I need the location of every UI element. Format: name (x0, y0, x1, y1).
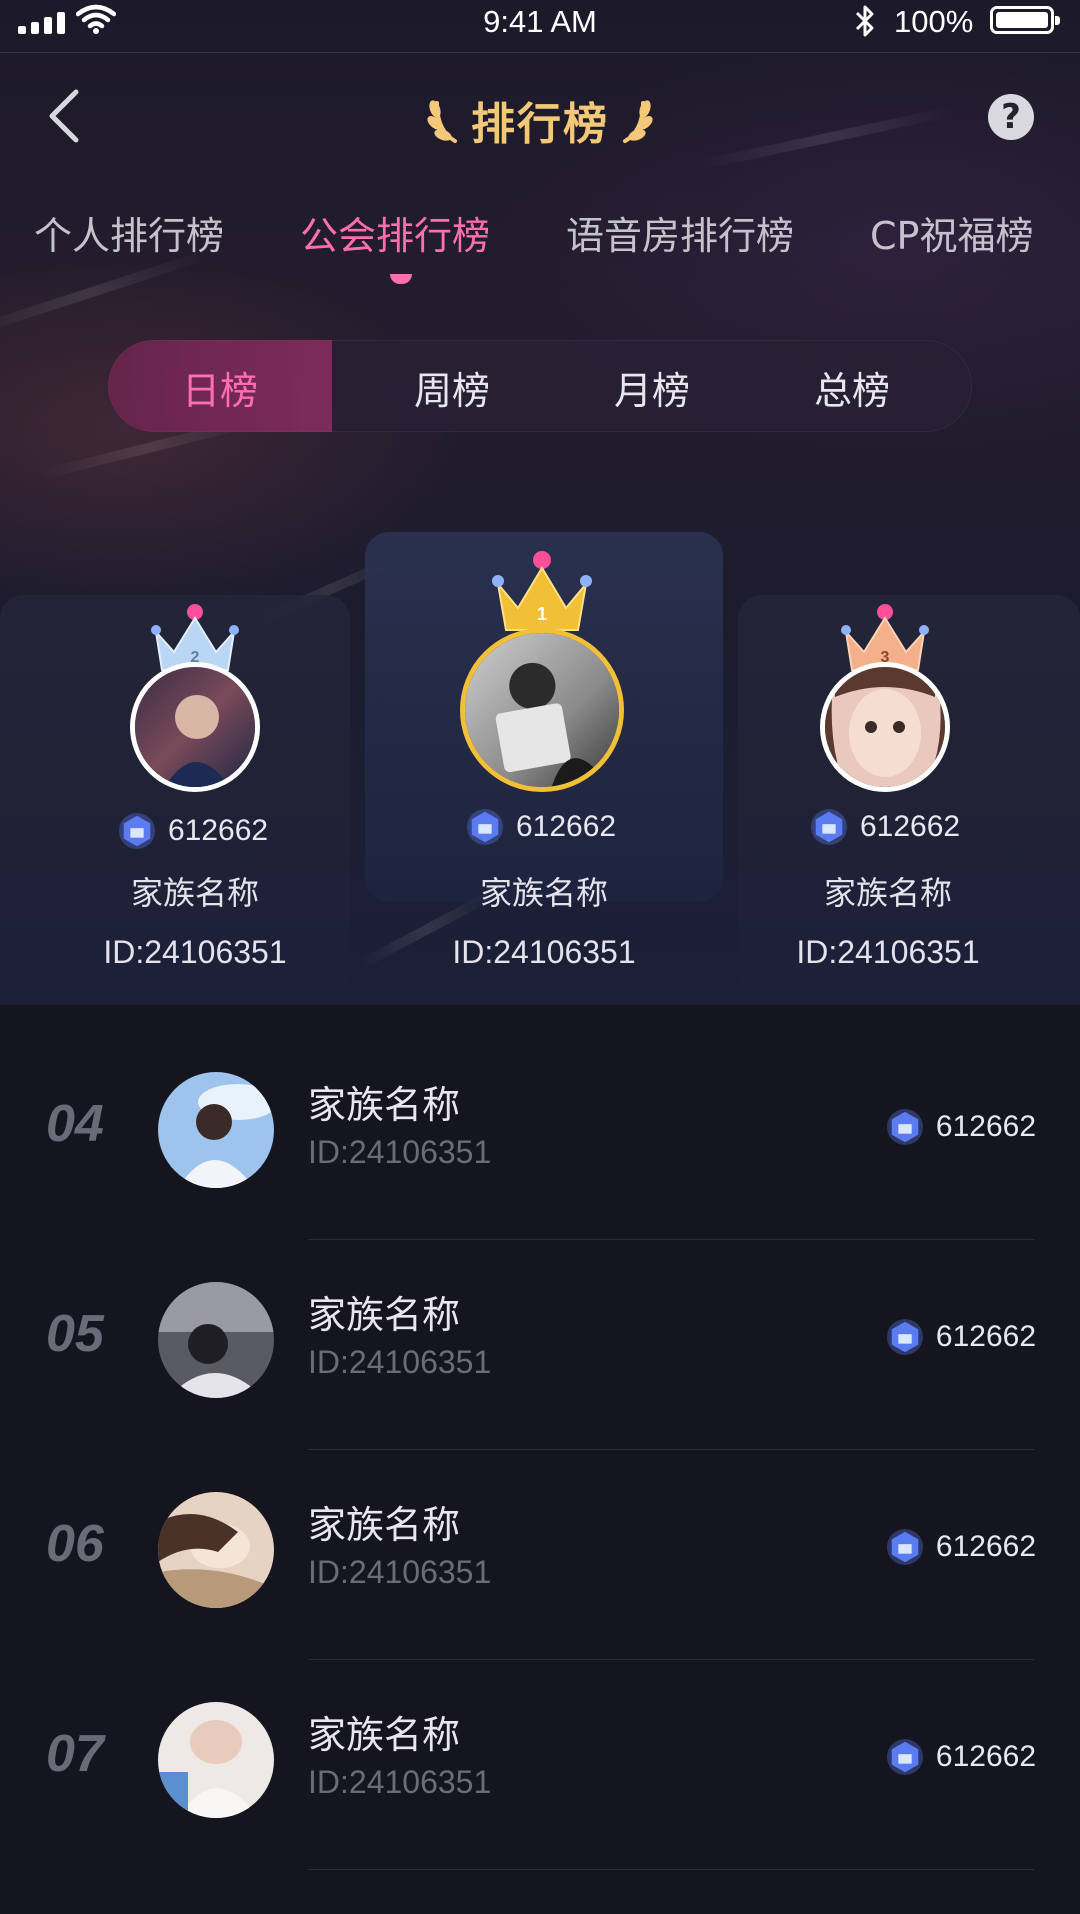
row-divider (308, 1869, 1034, 1870)
period-selector: 日榜 周榜 月榜 总榜 (108, 340, 972, 432)
score-value: 612662 (168, 814, 269, 847)
podium-score-3: 612662 (810, 808, 960, 846)
bluetooth-icon (855, 5, 874, 37)
score-badge-icon (886, 1318, 923, 1356)
avatar[interactable] (158, 1282, 274, 1398)
podium-id-3: ID:24106351 (796, 934, 980, 970)
podium-score-2: 612662 (118, 812, 268, 850)
score-value: 612662 (935, 1530, 1036, 1563)
tab-cp-blessing[interactable]: CP祝福榜 (870, 205, 1033, 260)
laurel-left-icon (427, 100, 457, 143)
podium-name-2: 家族名称 (130, 874, 259, 912)
podium-id-2: ID:24106351 (103, 934, 287, 970)
score: 612662 (886, 1318, 1036, 1356)
rank-number: 05 (46, 1305, 104, 1363)
list-item[interactable]: 04 家族名称 ID:24106351 612662 (0, 1030, 1080, 1240)
guild-id: ID:24106351 (308, 1134, 492, 1170)
guild-id: ID:24106351 (308, 1554, 492, 1590)
score-value: 612662 (860, 810, 961, 843)
rank-number: 06 (46, 1515, 104, 1573)
rank-number: 04 (46, 1095, 104, 1153)
rank-number: 07 (46, 1725, 104, 1783)
podium-score-1: 612662 (466, 808, 616, 846)
tab-guild[interactable]: 公会排行榜 (300, 205, 490, 260)
avatar[interactable] (158, 1072, 274, 1188)
avatar-rank-2[interactable] (130, 662, 260, 792)
period-tab-total[interactable]: 总榜 (752, 360, 952, 415)
leaderboard-screen: 9:41 AM 100% 排行榜 ? 个人排行榜 公会排行榜 语音房排行榜 CP… (0, 0, 1080, 1914)
status-bar: 9:41 AM 100% (0, 0, 1080, 50)
score-value: 612662 (935, 1110, 1036, 1143)
podium-name-3: 家族名称 (823, 874, 952, 912)
page-title-group: 排行榜 (0, 88, 1080, 152)
podium-id-1: ID:24106351 (452, 934, 636, 970)
help-button[interactable]: ? (988, 94, 1034, 140)
list-item[interactable]: 06 家族名称 ID:24106351 612662 (0, 1450, 1080, 1660)
score-badge-icon (118, 812, 156, 850)
svg-text:1: 1 (537, 604, 547, 624)
guild-name: 家族名称 (308, 1503, 461, 1547)
guild-name: 家族名称 (308, 1713, 461, 1757)
tab-voice-room[interactable]: 语音房排行榜 (566, 205, 794, 260)
list-item[interactable]: 07 家族名称 ID:24106351 612662 (0, 1660, 1080, 1870)
guild-name: 家族名称 (308, 1293, 461, 1337)
avatar-rank-1[interactable] (460, 628, 624, 792)
podium-name-1: 家族名称 (479, 874, 608, 912)
battery-percent: 100% (894, 4, 974, 39)
score-value: 612662 (935, 1320, 1036, 1353)
guild-name: 家族名称 (308, 1083, 461, 1127)
score-badge-icon (466, 808, 504, 846)
score-badge-icon (886, 1738, 923, 1776)
avatar[interactable] (158, 1492, 274, 1608)
list-item[interactable]: 05 家族名称 ID:24106351 612662 (0, 1240, 1080, 1450)
page-title: 排行榜 (471, 99, 609, 150)
score-value: 612662 (516, 810, 617, 843)
score-badge-icon (886, 1108, 923, 1146)
guild-id: ID:24106351 (308, 1344, 492, 1380)
score-badge-icon (886, 1528, 923, 1566)
score: 612662 (886, 1528, 1036, 1566)
period-tab-monthly[interactable]: 月榜 (552, 360, 752, 415)
score-value: 612662 (935, 1740, 1036, 1773)
avatar[interactable] (158, 1702, 274, 1818)
score-badge-icon (810, 808, 848, 846)
guild-id: ID:24106351 (308, 1764, 492, 1800)
status-divider (0, 52, 1080, 53)
period-tab-weekly[interactable]: 周榜 (352, 360, 552, 415)
avatar-rank-3[interactable] (820, 662, 950, 792)
gold-crown-icon: 1 (492, 551, 592, 631)
main-tab-bar: 个人排行榜 公会排行榜 语音房排行榜 CP祝福榜 (0, 205, 1080, 265)
laurel-right-icon (623, 100, 653, 143)
period-tab-daily[interactable]: 日榜 (120, 360, 320, 415)
tab-personal[interactable]: 个人排行榜 (34, 205, 224, 260)
battery-icon (990, 6, 1060, 34)
score: 612662 (886, 1738, 1036, 1776)
score: 612662 (886, 1108, 1036, 1146)
